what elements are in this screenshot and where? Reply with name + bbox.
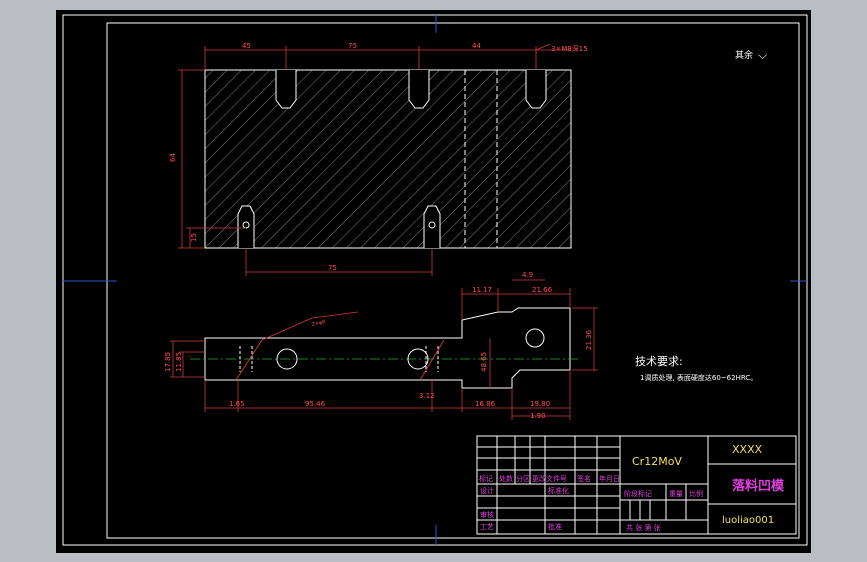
approve-label: 批准 xyxy=(548,522,562,531)
material-text: Cr12MoV xyxy=(632,455,682,468)
company-text: XXXX xyxy=(732,443,763,456)
dim-21-36: 21.36 xyxy=(585,329,593,350)
weight-label: 重量 xyxy=(669,490,683,498)
row-label-change-doc: 更改文件号 xyxy=(532,474,567,483)
drawing-number-text: luoliao001 xyxy=(722,515,774,526)
dim-11-17: 11.17 xyxy=(472,286,492,294)
dim-15: 15 xyxy=(190,233,198,242)
process-label: 工艺 xyxy=(480,523,494,531)
row-label-date: 年月日 xyxy=(599,474,620,483)
row-label-zone: 分区 xyxy=(516,474,530,483)
sheets-label: 共 张 第 张 xyxy=(626,523,661,532)
dim-44: 44 xyxy=(472,42,481,50)
dim-17-85: 17.85 xyxy=(164,352,172,372)
dim-95-46: 95.46 xyxy=(305,400,326,408)
dim-19-80: 19.80 xyxy=(530,400,550,408)
dim-75: 75 xyxy=(348,42,357,50)
dim-45: 45 xyxy=(242,42,251,50)
dim-bottom-75: 75 xyxy=(328,264,337,272)
surface-finish-symbol: ⌵ xyxy=(758,48,767,62)
surface-finish-note: 其余 xyxy=(735,49,753,61)
dim-holes-callout: 3×M8深15 xyxy=(551,44,588,53)
tech-requirements-line1: 1调质处理, 表面硬度达60~62HRC。 xyxy=(640,373,757,382)
tech-requirements-title: 技术要求: xyxy=(635,355,683,368)
hatched-body xyxy=(204,69,572,249)
dim-48-65: 48.65 xyxy=(480,352,488,372)
review-label: 审核 xyxy=(480,510,494,519)
scale-label: 比例 xyxy=(689,489,703,498)
dim-21-66: 21.66 xyxy=(532,286,553,294)
dim-4-9: 4.9 xyxy=(522,271,533,279)
row-label-signature: 签名 xyxy=(577,474,591,483)
top-section-view: 45 75 44 3×M8深15 64 15 75 xyxy=(169,42,588,276)
row-label-mark: 标记 xyxy=(479,474,493,483)
design-label: 设计 xyxy=(480,486,494,495)
standard-label: 标准化 xyxy=(548,486,569,495)
dim-3-12: 3.12 xyxy=(419,392,435,400)
dim-1-90: 1.90 xyxy=(530,412,546,420)
row-label-count: 处数 xyxy=(499,474,513,483)
stage-label: 阶段标记 xyxy=(624,489,652,498)
dim-11-85: 11.85 xyxy=(175,352,183,372)
cad-drawing: 45 75 44 3×M8深15 64 15 75 其余 ⌵ 2×φ8 17.8… xyxy=(56,10,811,553)
dim-16-86: 16.86 xyxy=(475,400,496,408)
dim-height-64: 64 xyxy=(169,153,177,162)
part-name-text: 落料凹模 xyxy=(732,478,785,494)
dim-1-65: 1.65 xyxy=(229,400,245,408)
